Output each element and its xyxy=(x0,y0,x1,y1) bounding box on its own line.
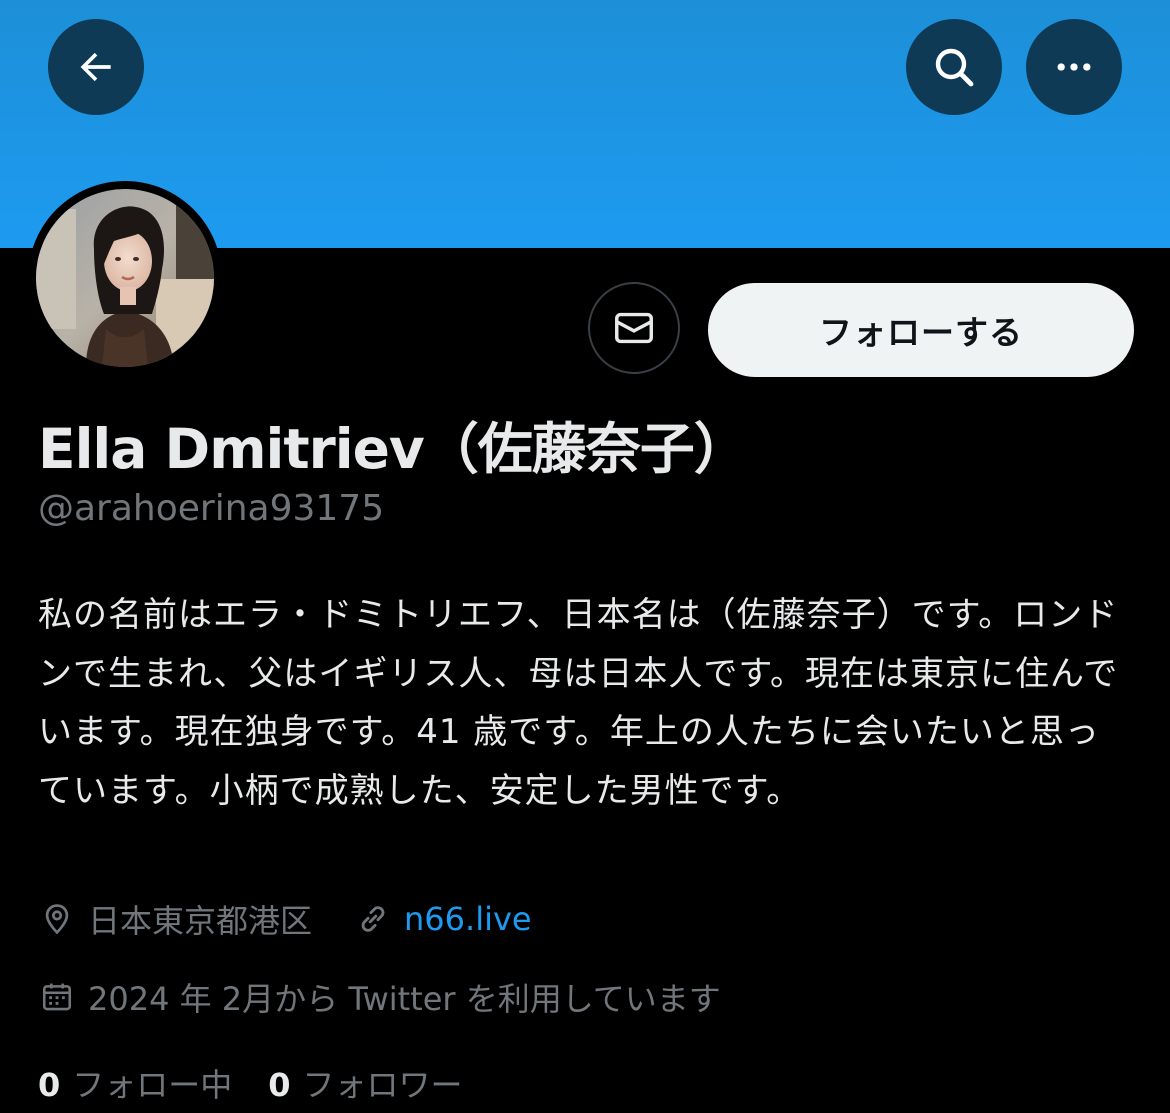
arrow-left-icon xyxy=(80,52,111,82)
profile-page: フォローする Ella Dmitriev（佐藤奈子） @arahoerina93… xyxy=(0,0,1170,1113)
location-text: 日本東京都港区 xyxy=(88,902,313,940)
envelope-icon xyxy=(615,312,653,344)
website-link[interactable]: n66.live xyxy=(404,900,532,938)
avatar[interactable] xyxy=(28,181,222,375)
joined-text: 2024 年 2月から Twitter を利用しています xyxy=(88,980,721,1018)
avatar-image xyxy=(36,189,214,367)
location-item: 日本東京都港区 xyxy=(40,896,312,942)
profile-meta-row: 日本東京都港区 n66.live xyxy=(40,896,532,942)
more-options-button[interactable] xyxy=(1026,19,1122,115)
joined-row: 2024 年 2月から Twitter を利用しています xyxy=(40,974,721,1020)
followers-label: フォロワー xyxy=(302,1066,463,1104)
message-button[interactable] xyxy=(588,282,680,374)
following-count: 0 xyxy=(38,1066,61,1104)
website-item[interactable]: n66.live xyxy=(356,900,532,938)
profile-bio: 私の名前はエラ・ドミトリエフ、日本名は（佐藤奈子）です。ロンドンで生まれ、父はイ… xyxy=(38,595,1119,811)
joined-item: 2024 年 2月から Twitter を利用しています xyxy=(40,974,721,1020)
back-button[interactable] xyxy=(48,19,144,115)
more-horizontal-icon xyxy=(1057,63,1091,71)
search-button[interactable] xyxy=(906,19,1002,115)
display-name: Ella Dmitriev（佐藤奈子） xyxy=(38,417,749,481)
location-pin-icon xyxy=(45,904,69,935)
followers-stat[interactable]: 0 フォロワー xyxy=(268,1060,462,1106)
follow-button[interactable]: フォローする xyxy=(708,283,1134,377)
follow-stats: 0 フォロー中 0 フォロワー xyxy=(38,1060,463,1106)
link-icon xyxy=(361,906,385,932)
calendar-icon xyxy=(42,983,72,1011)
following-label: フォロー中 xyxy=(72,1066,233,1104)
username-handle: @arahoerina93175 xyxy=(38,488,385,529)
search-icon xyxy=(935,48,974,87)
followers-count: 0 xyxy=(268,1066,291,1104)
following-stat[interactable]: 0 フォロー中 xyxy=(38,1060,232,1106)
